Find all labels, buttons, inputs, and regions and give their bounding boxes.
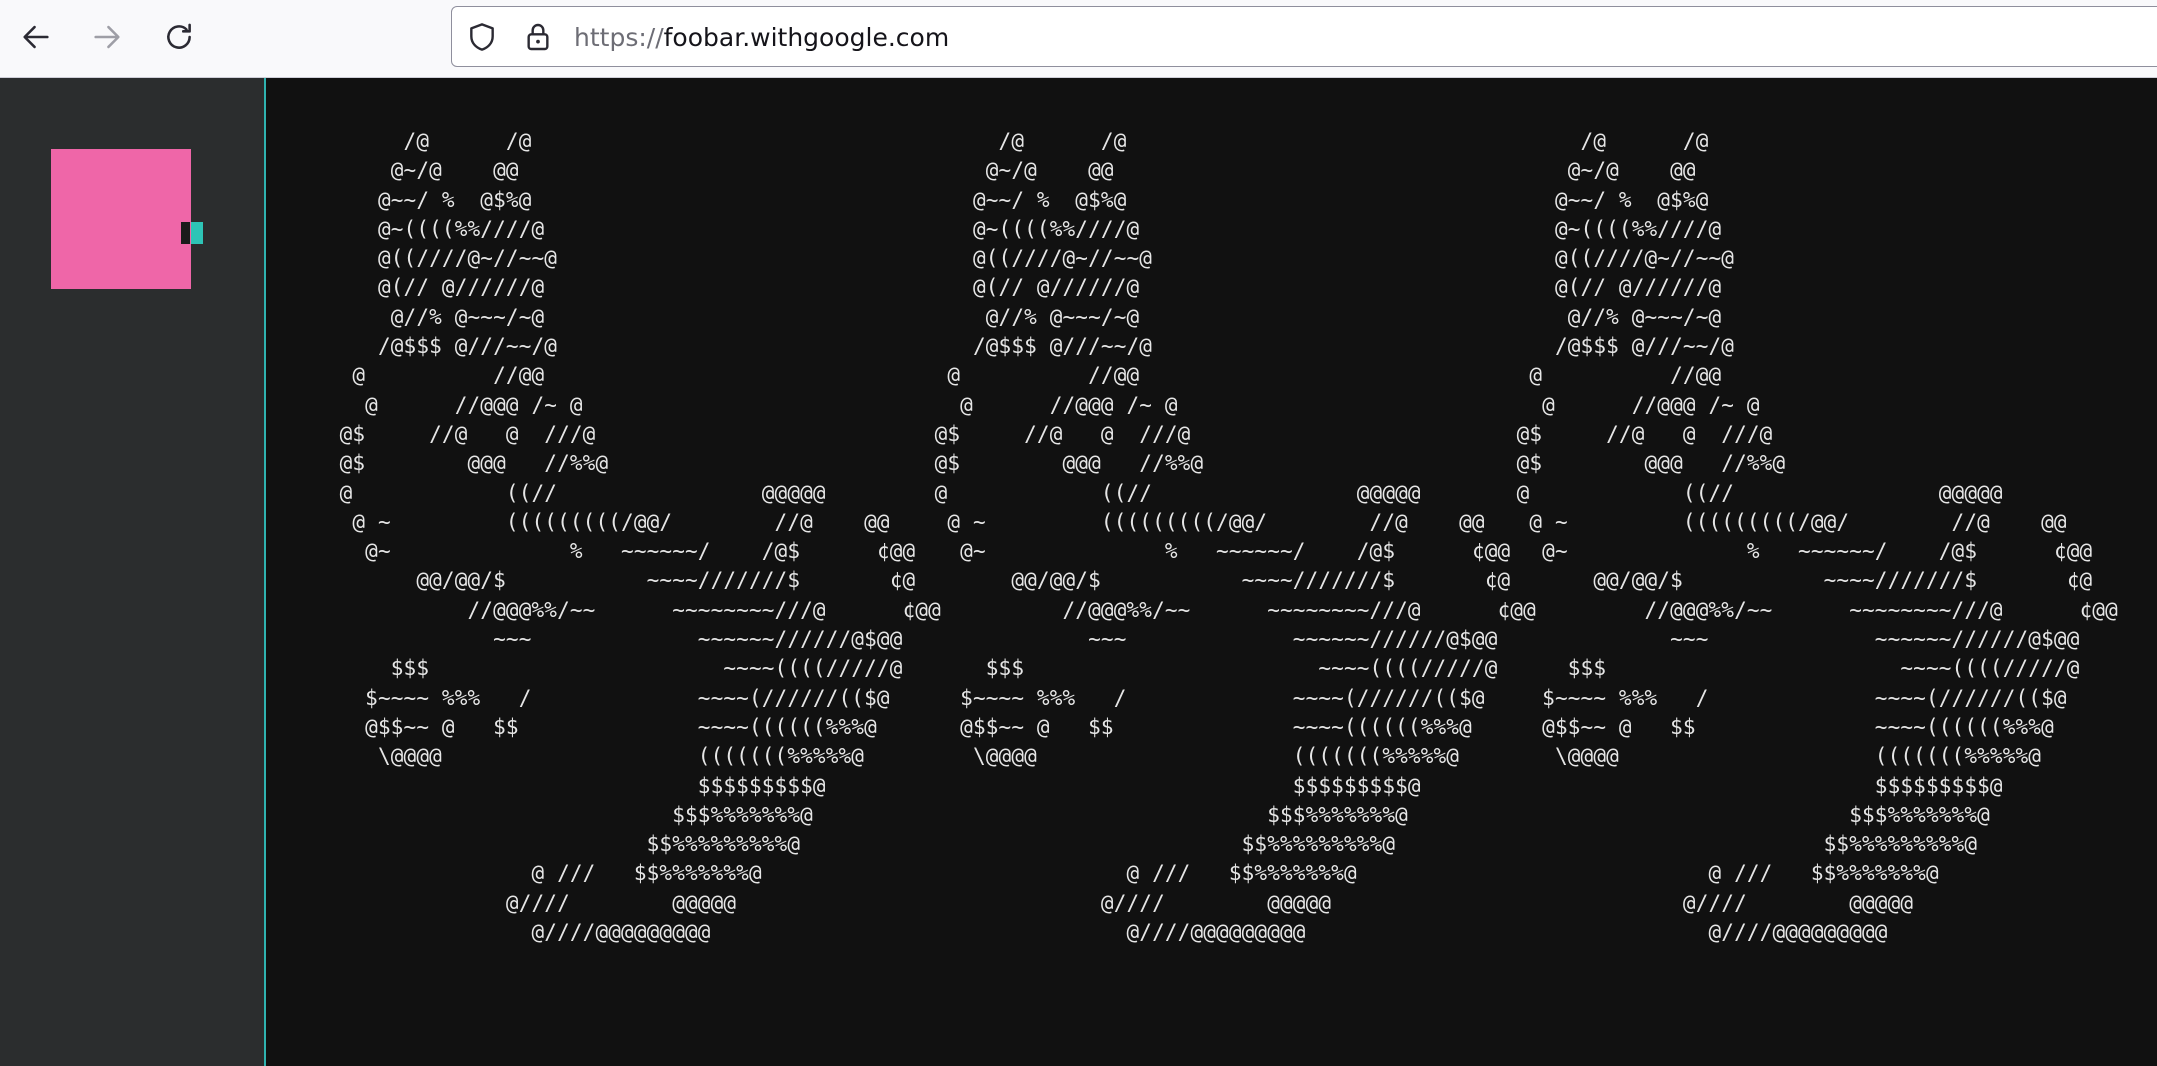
forward-button[interactable] <box>84 14 130 60</box>
browser-toolbar: https://foobar.withgoogle.com <box>0 0 2157 78</box>
avatar <box>51 149 203 289</box>
sidebar <box>0 78 266 1066</box>
lock-icon[interactable] <box>522 20 554 54</box>
shield-icon[interactable] <box>466 21 498 53</box>
back-button[interactable] <box>13 14 59 60</box>
ascii-bunny-art-2: /@ /@ @~/@ @@ @~~/ % @$%@ @~((((%%////@ … <box>934 129 1536 945</box>
reload-button[interactable] <box>156 14 202 60</box>
ascii-bunny-art-1: /@ /@ @~/@ @@ @~~/ % @$%@ @~((((%%////@ … <box>339 129 941 945</box>
url-host: foobar.withgoogle.com <box>663 23 950 52</box>
address-bar[interactable]: https://foobar.withgoogle.com <box>451 6 2157 67</box>
reload-icon <box>167 23 191 49</box>
ascii-bunny-art-3: /@ /@ @~/@ @@ @~~/ % @$%@ @~((((%%////@ … <box>1516 129 2118 945</box>
avatar-eye <box>181 222 190 244</box>
arrow-right-icon <box>94 25 120 49</box>
url-scheme: https:// <box>574 23 664 52</box>
url-text: https://foobar.withgoogle.com <box>574 23 949 53</box>
arrow-left-icon <box>23 25 49 49</box>
avatar-cursor <box>191 222 203 244</box>
